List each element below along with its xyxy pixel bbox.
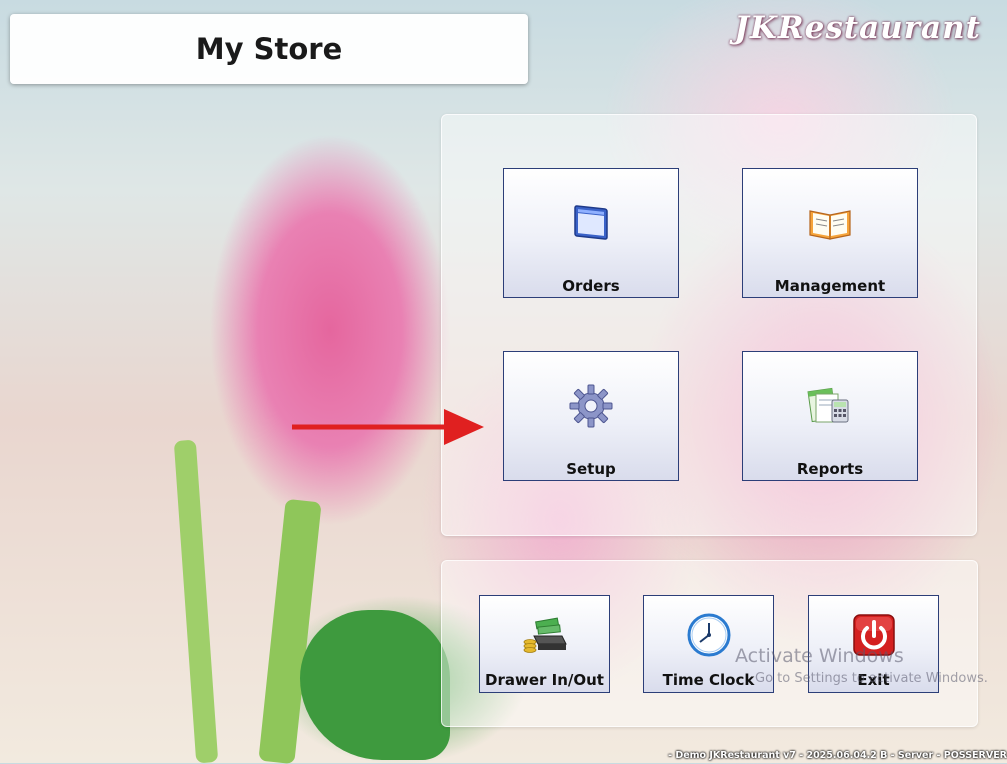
- background-leaf: [173, 439, 219, 764]
- clock-icon: [687, 613, 730, 657]
- background-stem: [258, 498, 322, 764]
- setup-label: Setup: [566, 460, 616, 478]
- status-bar-text: - Demo JKRestaurant v7 - 2025.06.04.2 B …: [668, 750, 1007, 761]
- drawer-in-out-button[interactable]: Drawer In/Out: [479, 595, 610, 693]
- activate-windows-title: Activate Windows: [735, 645, 904, 667]
- management-label: Management: [774, 277, 886, 295]
- orders-label: Orders: [562, 277, 620, 295]
- store-title-box: My Store: [10, 14, 528, 84]
- management-button[interactable]: Management: [742, 168, 918, 298]
- store-title: My Store: [195, 32, 343, 66]
- red-arrow-annotation: [292, 409, 484, 445]
- background-leaf: [300, 610, 450, 760]
- reports-label: Reports: [796, 460, 864, 478]
- gear-icon: [569, 384, 613, 428]
- cash-drawer-icon: [523, 617, 567, 653]
- brand-logo: JKRestaurant: [734, 10, 981, 46]
- setup-button[interactable]: Setup: [503, 351, 679, 481]
- activate-windows-watermark: Activate Windows Go to Settings to activ…: [735, 645, 988, 686]
- activate-windows-subtitle: Go to Settings to activate Windows.: [755, 671, 988, 686]
- orders-button[interactable]: Orders: [503, 168, 679, 298]
- calculator-report-icon: [807, 387, 849, 423]
- window-icon: [574, 205, 608, 240]
- open-book-icon: [809, 210, 851, 240]
- drawer-in-out-label: Drawer In/Out: [485, 671, 604, 689]
- reports-button[interactable]: Reports: [742, 351, 918, 481]
